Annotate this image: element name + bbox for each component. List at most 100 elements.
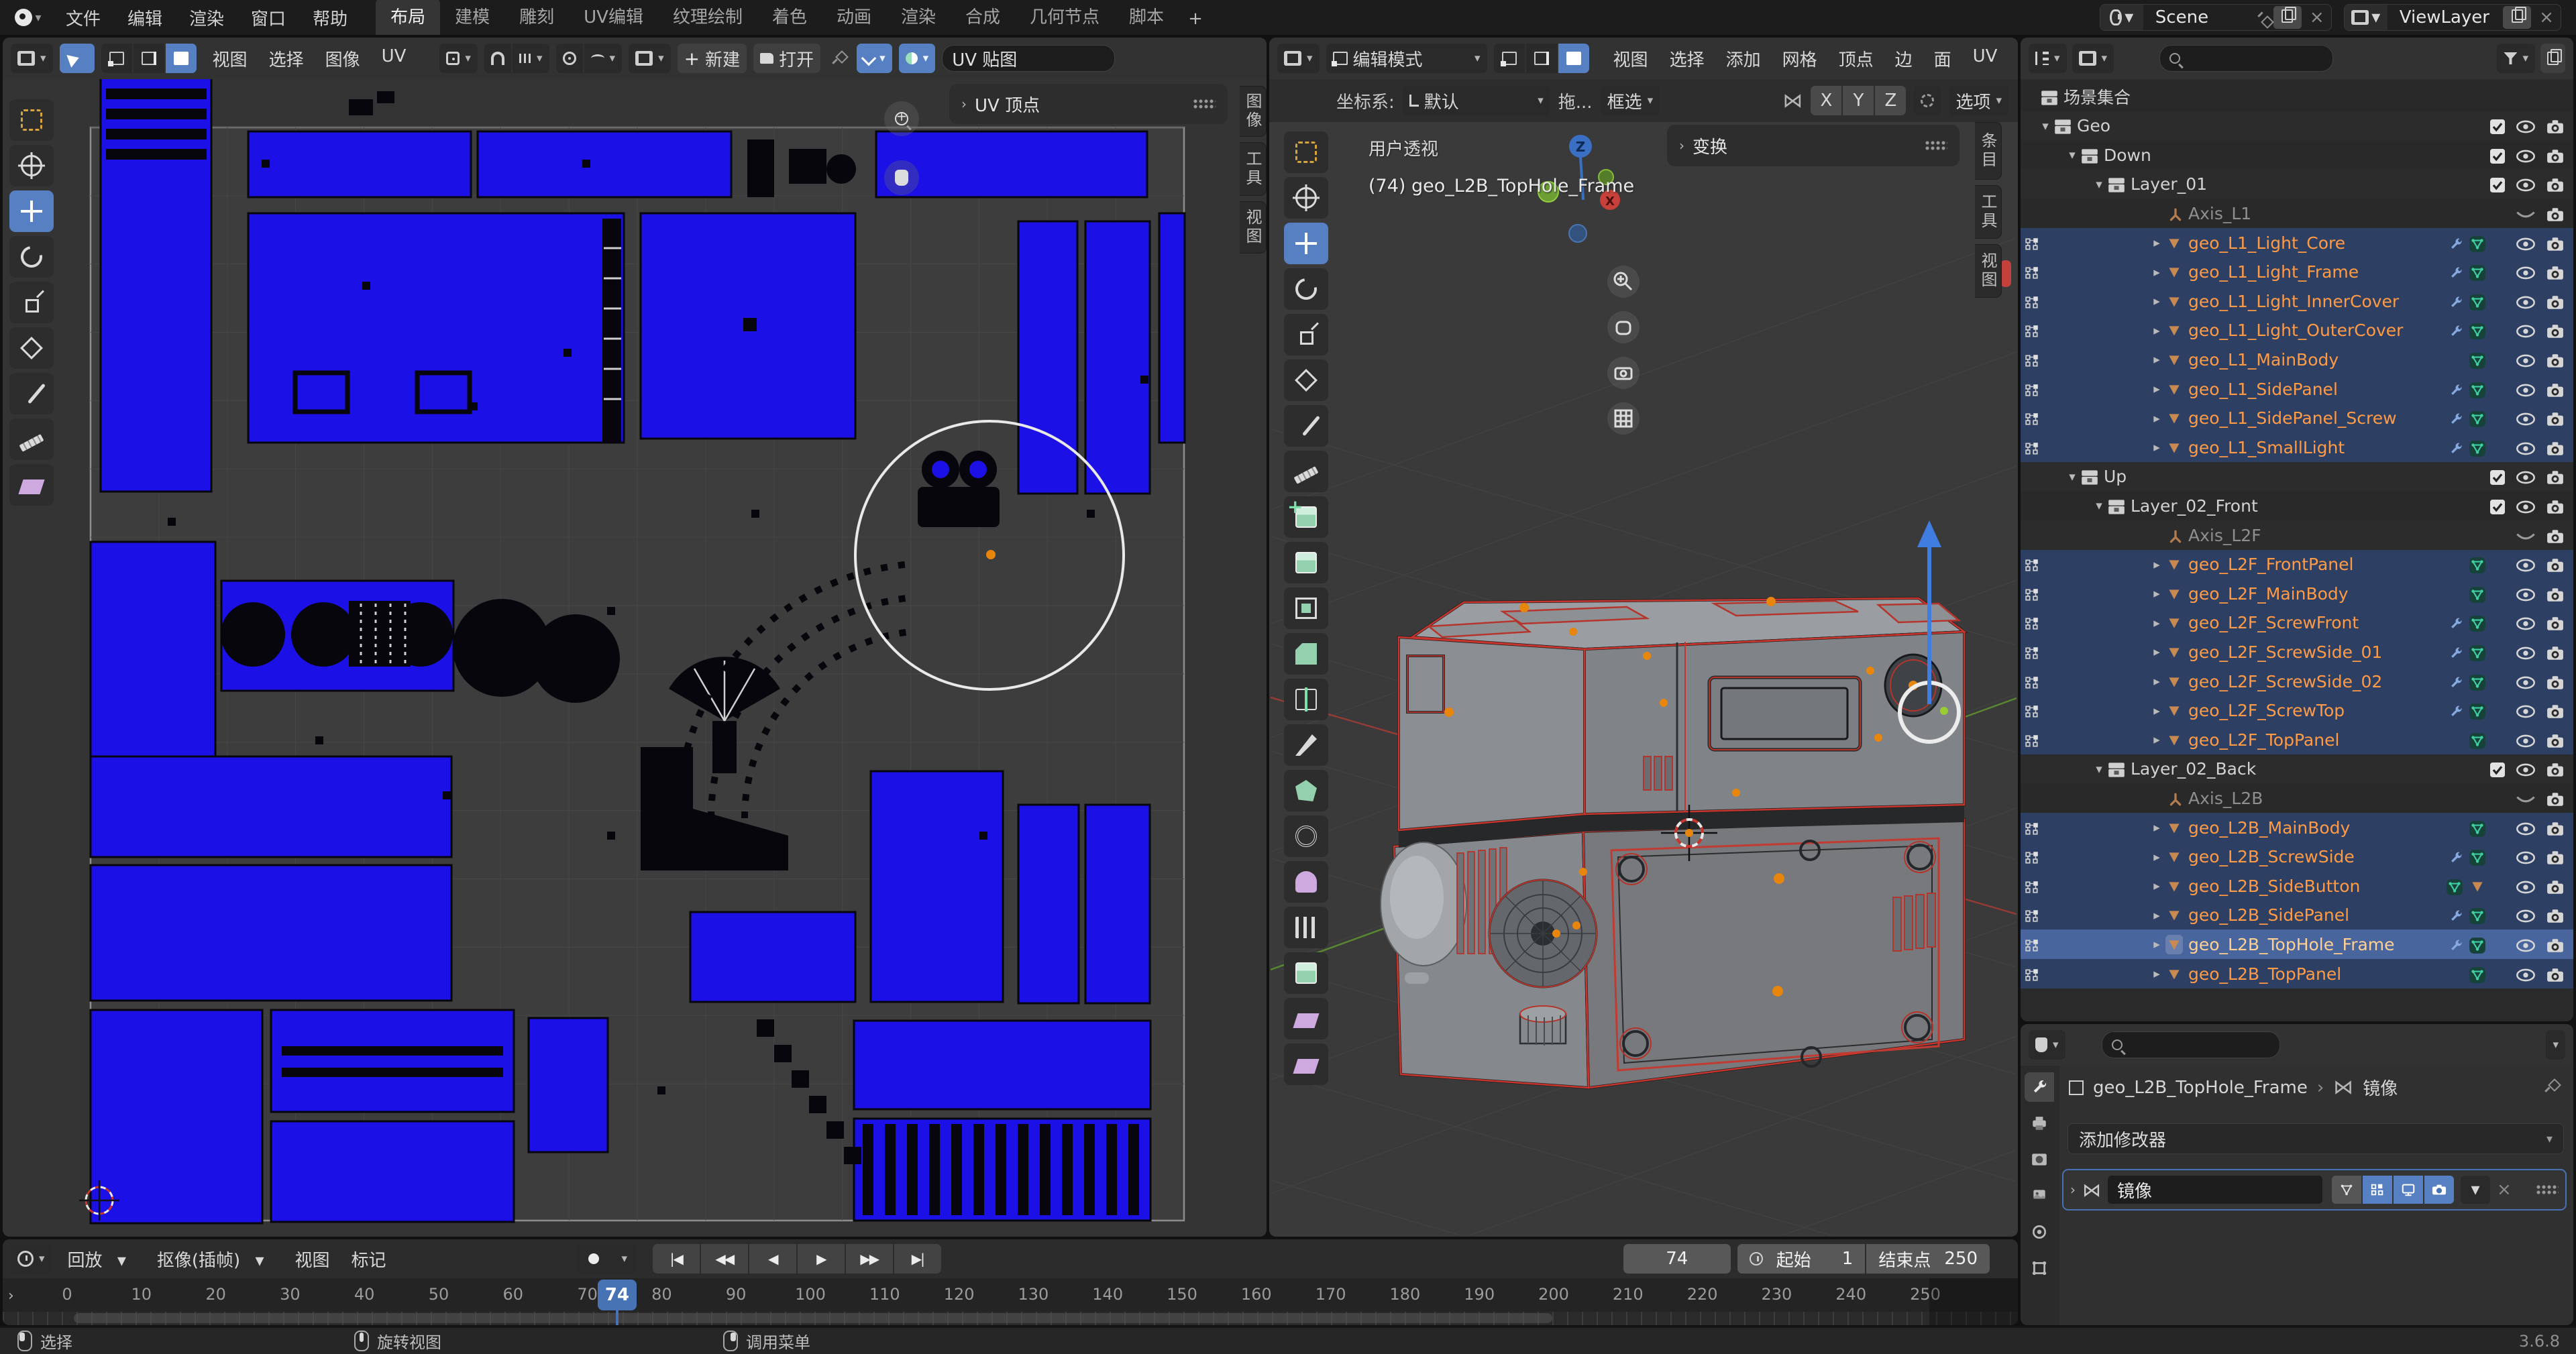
disclosure-triangle[interactable]: ▾ bbox=[2063, 148, 2081, 162]
modifier-wrench-icon[interactable] bbox=[2449, 847, 2463, 866]
uv-sync-selection-toggle[interactable] bbox=[60, 44, 95, 73]
tool-knife[interactable] bbox=[1284, 724, 1328, 766]
viewport-menu-添加[interactable]: 添加 bbox=[1717, 43, 1770, 74]
image-open-button[interactable]: 打开 bbox=[753, 44, 820, 73]
modifier-realtime-toggle[interactable] bbox=[2394, 1176, 2423, 1204]
tool-select-box[interactable] bbox=[1284, 131, 1328, 173]
eye-icon[interactable] bbox=[2516, 467, 2536, 486]
sidebar-tab-item[interactable]: 条目 bbox=[1975, 122, 2002, 180]
mesh-data-icon[interactable] bbox=[2469, 905, 2486, 925]
outliner-row-Axis_L2F[interactable]: Axis_L2F bbox=[2021, 520, 2573, 550]
eye-icon[interactable] bbox=[2516, 818, 2536, 838]
uv-canvas[interactable] bbox=[70, 79, 1267, 1237]
uv-sidebar-panel-collapsed[interactable]: ›UV 顶点 bbox=[949, 84, 1228, 124]
frame-start-field[interactable]: 起始1 bbox=[1737, 1244, 1866, 1274]
tool-shear[interactable] bbox=[1284, 998, 1328, 1039]
scene-name[interactable]: Scene bbox=[2143, 7, 2244, 27]
orientation-dropdown[interactable]: 默认▾ bbox=[1403, 86, 1550, 115]
workspace-tab-几何节点[interactable]: 几何节点 bbox=[1015, 0, 1114, 35]
eye-icon[interactable] bbox=[2516, 321, 2536, 340]
timeline-scrollbar[interactable] bbox=[74, 1313, 1552, 1323]
outliner-row-geo_L2F_ScrewSide_02[interactable]: ▸geo_L2F_ScrewSide_02 bbox=[2021, 667, 2573, 696]
drag-dots-icon[interactable] bbox=[2536, 1184, 2559, 1195]
menu-渲染[interactable]: 渲染 bbox=[178, 1, 235, 34]
exclude-checkbox[interactable] bbox=[2490, 174, 2505, 194]
outliner-row-geo_L2B_MainBody[interactable]: ▸geo_L2B_MainBody bbox=[2021, 813, 2573, 842]
modifier-editmode-toggle[interactable] bbox=[2363, 1176, 2392, 1204]
mesh-icon[interactable] bbox=[2469, 877, 2486, 896]
eye-icon[interactable] bbox=[2516, 438, 2536, 457]
disclosure-triangle[interactable]: ▸ bbox=[2148, 265, 2165, 280]
disclosure-triangle[interactable]: ▸ bbox=[2148, 908, 2165, 923]
filter-button[interactable]: ▾ bbox=[2497, 44, 2535, 73]
outliner-row-geo_L2F_FrontPanel[interactable]: ▸geo_L2F_FrontPanel bbox=[2021, 550, 2573, 579]
tool-loop-cut[interactable] bbox=[1284, 679, 1328, 720]
workspace-tab-合成[interactable]: 合成 bbox=[951, 0, 1015, 35]
modifier-wrench-icon[interactable] bbox=[2449, 613, 2463, 632]
viewport-menu-边[interactable]: 边 bbox=[1886, 43, 1922, 74]
disclosure-triangle[interactable]: ▾ bbox=[2037, 119, 2054, 133]
outliner-row-Axis_L1[interactable]: Axis_L1 bbox=[2021, 199, 2573, 228]
outliner-row-Axis_L2B[interactable]: Axis_L2B bbox=[2021, 783, 2573, 813]
tool-poly-build[interactable] bbox=[1284, 770, 1328, 811]
select-mode-vertex[interactable] bbox=[101, 44, 132, 73]
workspace-tab-纹理绘制[interactable]: 纹理绘制 bbox=[658, 0, 757, 35]
drag-dots-icon[interactable] bbox=[1925, 140, 1947, 151]
tab-output-properties[interactable] bbox=[2025, 1109, 2054, 1138]
camera-visibility-icon[interactable] bbox=[2546, 818, 2564, 838]
tab-scene-properties[interactable] bbox=[2025, 1217, 2054, 1247]
disclosure-triangle[interactable]: ▸ bbox=[2148, 352, 2165, 367]
camera-visibility-icon[interactable] bbox=[2546, 642, 2564, 662]
mesh-data-icon[interactable] bbox=[2469, 555, 2486, 574]
pivot-point-button[interactable]: ▾ bbox=[439, 44, 478, 73]
options-dropdown[interactable]: 选项▾ bbox=[1949, 86, 2008, 115]
tool-scale[interactable] bbox=[9, 282, 54, 323]
auto-keying-toggle[interactable] bbox=[576, 1244, 611, 1274]
viewport-3d-scene[interactable]: Z X bbox=[1271, 122, 2017, 1235]
camera-visibility-icon[interactable] bbox=[2546, 467, 2564, 486]
sidebar-tab-view[interactable]: 视图 bbox=[1975, 244, 2002, 298]
tool-move[interactable] bbox=[9, 190, 54, 232]
scenes-display-button[interactable]: ▾ bbox=[2072, 44, 2114, 73]
camera-visibility-icon[interactable] bbox=[2546, 555, 2564, 574]
menu-文件[interactable]: 文件 bbox=[55, 1, 111, 34]
tool-tweak-select[interactable] bbox=[9, 99, 54, 141]
eye-icon[interactable] bbox=[2516, 350, 2536, 370]
exclude-checkbox[interactable] bbox=[2490, 116, 2505, 135]
disclosure-triangle[interactable]: ▾ bbox=[2090, 498, 2108, 513]
outliner-row-geo_L1_Light_Frame[interactable]: ▸geo_L1_Light_Frame bbox=[2021, 258, 2573, 287]
eye-icon[interactable] bbox=[2516, 964, 2536, 984]
play-reverse-button[interactable]: ◀ bbox=[749, 1244, 796, 1274]
menu-编辑[interactable]: 编辑 bbox=[117, 1, 173, 34]
modifier-name-field[interactable]: 镜像 bbox=[2108, 1176, 2322, 1204]
tab-modifier-properties[interactable] bbox=[2025, 1072, 2054, 1102]
modifier-wrench-icon[interactable] bbox=[2449, 262, 2463, 282]
viewlayer-browse-button[interactable]: ▾ bbox=[2345, 5, 2387, 30]
tool-transform[interactable] bbox=[1284, 359, 1328, 401]
disclosure-triangle[interactable]: ▸ bbox=[2148, 937, 2165, 952]
image-pin-icon[interactable] bbox=[833, 52, 845, 64]
camera-visibility-icon[interactable] bbox=[2546, 204, 2564, 223]
eye-icon[interactable] bbox=[2516, 380, 2536, 399]
uv-tab-tool[interactable]: 工具 bbox=[1240, 142, 1267, 196]
modifier-wrench-icon[interactable] bbox=[2449, 380, 2463, 399]
mirror-y-toggle[interactable]: Y bbox=[1843, 86, 1874, 115]
proportional-editing-toggle[interactable] bbox=[556, 44, 583, 73]
image-browse-button[interactable]: ▾ bbox=[629, 44, 671, 73]
modifier-render-toggle[interactable] bbox=[2424, 1176, 2454, 1204]
outliner-row-geo_L1_SidePanel_Screw[interactable]: ▸geo_L1_SidePanel_Screw bbox=[2021, 404, 2573, 433]
tool-measure[interactable] bbox=[1284, 451, 1328, 492]
display-mode-button[interactable]: ▾ bbox=[2029, 44, 2067, 73]
camera-visibility-icon[interactable] bbox=[2546, 877, 2564, 896]
eye-icon[interactable] bbox=[2516, 408, 2536, 428]
mesh-data-icon[interactable] bbox=[2469, 935, 2486, 954]
camera-visibility-icon[interactable] bbox=[2546, 233, 2564, 253]
editor-type-button[interactable]: ▾ bbox=[11, 44, 53, 73]
mesh-data-icon[interactable] bbox=[2469, 292, 2486, 311]
disclosure-triangle[interactable]: ▸ bbox=[2148, 235, 2165, 250]
tool-rotate[interactable] bbox=[9, 236, 54, 278]
outliner-row-Layer_01[interactable]: ▾Layer_01 bbox=[2021, 170, 2573, 199]
tool-annotate[interactable] bbox=[9, 373, 54, 414]
modifier-delete-button[interactable]: × bbox=[2497, 1180, 2512, 1200]
editor-type-button[interactable]: ▾ bbox=[1277, 44, 1320, 73]
